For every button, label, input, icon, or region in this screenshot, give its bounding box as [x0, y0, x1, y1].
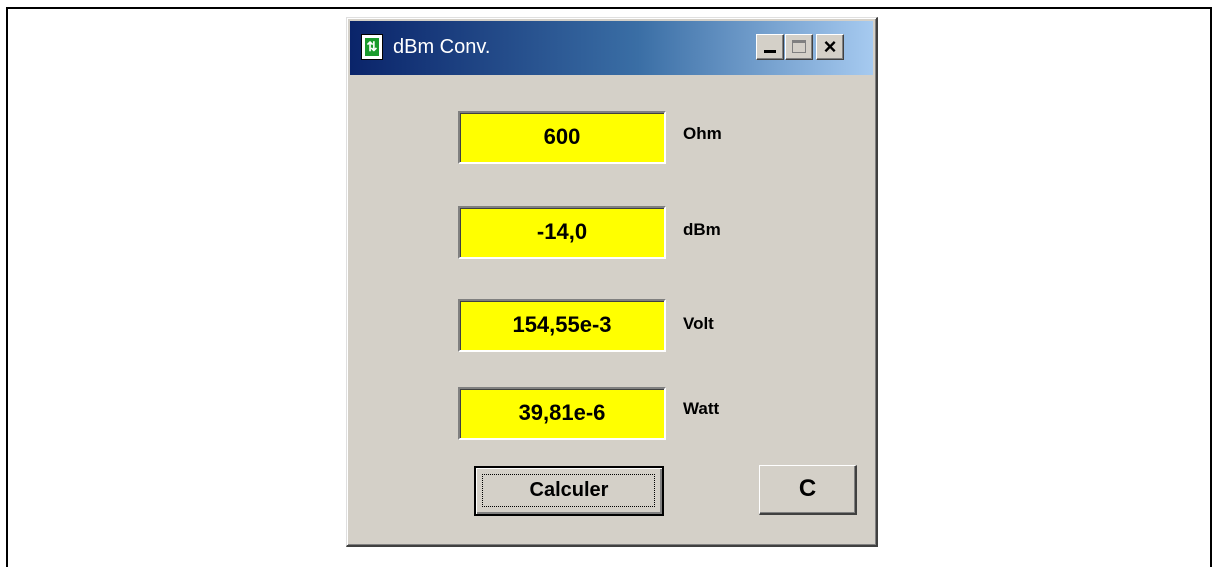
ohm-field[interactable]: 600	[458, 111, 666, 164]
clear-button[interactable]: C	[759, 465, 857, 515]
clear-button-label: C	[798, 475, 817, 502]
maximize-icon	[792, 40, 806, 53]
watt-unit-label: Watt	[683, 399, 720, 418]
dbm-converter-window: ⇅ dBm Conv. × 600 Ohm -14,0 dBm 154,55e-…	[346, 17, 878, 547]
focus-rectangle	[482, 474, 655, 507]
title-bar[interactable]: ⇅ dBm Conv. ×	[350, 21, 873, 75]
close-icon: ×	[823, 34, 837, 59]
close-button[interactable]: ×	[816, 34, 844, 60]
minimize-button[interactable]	[756, 34, 784, 60]
volt-field[interactable]: 154,55e-3	[458, 299, 666, 352]
dbm-converter-icon: ⇅	[361, 34, 383, 60]
minimize-icon	[764, 50, 776, 53]
window-title: dBm Conv.	[393, 36, 491, 58]
watt-field[interactable]: 39,81e-6	[458, 387, 666, 440]
dbm-field[interactable]: -14,0	[458, 206, 666, 259]
dbm-unit-label: dBm	[683, 220, 721, 239]
calculate-button[interactable]: Calculer	[474, 466, 664, 516]
maximize-button[interactable]	[785, 34, 813, 60]
volt-unit-label: Volt	[683, 314, 714, 333]
ohm-unit-label: Ohm	[683, 124, 722, 143]
